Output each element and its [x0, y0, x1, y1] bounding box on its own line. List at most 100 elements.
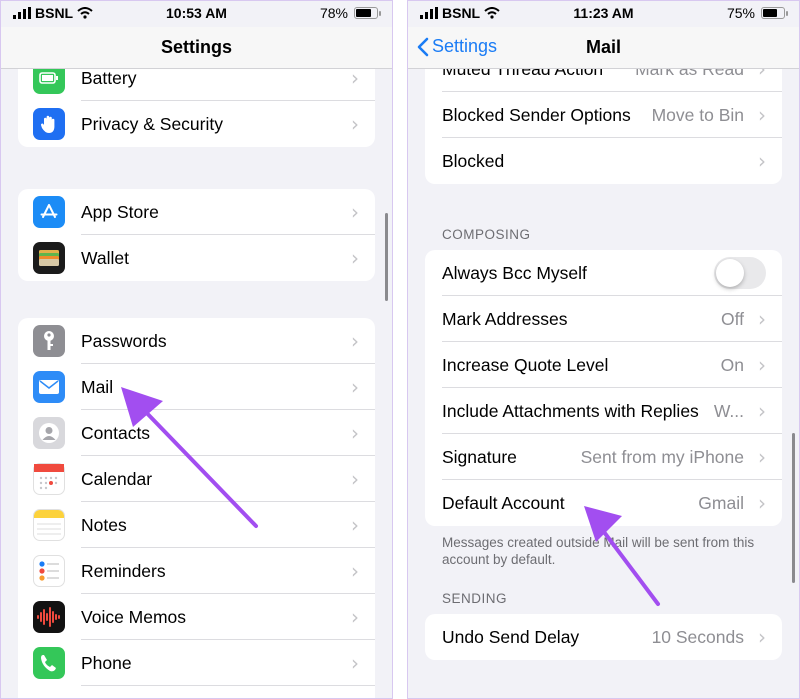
chevron-right-icon: ›: [351, 66, 359, 90]
settings-group-store: App Store › Wallet ›: [18, 189, 375, 281]
settings-item-privacy[interactable]: Privacy & Security ›: [18, 101, 375, 147]
chevron-right-icon: ›: [351, 375, 359, 399]
wallet-icon: [33, 242, 65, 274]
settings-item-increase-quote-level[interactable]: Increase Quote Level On ›: [425, 342, 782, 388]
settings-item-label: App Store: [81, 201, 159, 222]
calendar-icon: [33, 463, 65, 495]
settings-item-notes[interactable]: Notes ›: [18, 502, 375, 548]
settings-item-label: Mark Addresses: [442, 308, 568, 329]
settings-item-label: Undo Send Delay: [442, 626, 580, 647]
settings-item-label: Default Account: [442, 492, 565, 513]
settings-item-mark-addresses[interactable]: Mark Addresses Off ›: [425, 296, 782, 342]
settings-item-value: On: [720, 354, 744, 375]
settings-item-reminders[interactable]: Reminders ›: [18, 548, 375, 594]
section-header-composing: COMPOSING: [442, 227, 531, 242]
settings-item-label: Include Attachments with Replies: [442, 400, 699, 421]
scrollbar[interactable]: [385, 213, 388, 301]
key-icon: [33, 325, 65, 357]
settings-item-label: Increase Quote Level: [442, 354, 609, 375]
mail-settings-screen: BSNL 11:23 AM 75% Settings Mail Muted Th…: [407, 0, 800, 699]
composing-group: Always Bcc Myself Mark Addresses Off › I…: [425, 250, 782, 526]
settings-item-value: 10 Seconds: [651, 626, 744, 647]
reminders-icon: [33, 555, 65, 587]
chevron-right-icon: ›: [758, 103, 766, 127]
chevron-right-icon: ›: [758, 625, 766, 649]
settings-item-phone[interactable]: Phone ›: [18, 640, 375, 686]
chevron-right-icon: ›: [351, 605, 359, 629]
battery-icon: [761, 7, 788, 19]
settings-item-calendar[interactable]: Calendar ›: [18, 456, 375, 502]
settings-item-label: Contacts: [81, 422, 151, 443]
settings-item-value: W...: [713, 400, 744, 421]
settings-item-value: Sent from my iPhone: [580, 446, 744, 467]
nav-bar: Settings Mail: [408, 27, 799, 69]
chevron-right-icon: ›: [351, 513, 359, 537]
status-bar: BSNL 10:53 AM 78%: [1, 1, 392, 27]
settings-item-label: Blocked: [442, 150, 505, 171]
settings-item-label: Blocked Sender Options: [442, 104, 631, 125]
chevron-right-icon: ›: [351, 329, 359, 353]
settings-item-passwords[interactable]: Passwords ›: [18, 318, 375, 364]
chevron-right-icon: ›: [758, 445, 766, 469]
section-header-sending: SENDING: [442, 591, 508, 606]
status-bar: BSNL 11:23 AM 75%: [408, 1, 799, 27]
mail-icon: [33, 371, 65, 403]
settings-item-wallet[interactable]: Wallet ›: [18, 235, 375, 281]
settings-item-label: Privacy & Security: [81, 113, 223, 134]
settings-item-default-account[interactable]: Default Account Gmail ›: [425, 480, 782, 526]
settings-item-label: Calendar: [81, 468, 153, 489]
always-bcc-toggle[interactable]: [714, 257, 766, 289]
settings-item-label: Always Bcc Myself: [442, 262, 587, 283]
settings-item-label: Reminders: [81, 560, 166, 581]
settings-item-value: Move to Bin: [651, 104, 744, 125]
settings-item-blocked-sender-options[interactable]: Blocked Sender Options Move to Bin ›: [425, 92, 782, 138]
chevron-right-icon: ›: [758, 353, 766, 377]
chevron-right-icon: ›: [351, 651, 359, 675]
chevron-right-icon: ›: [351, 421, 359, 445]
battery-percent: 75%: [726, 5, 755, 21]
settings-item-label: Wallet: [81, 247, 129, 268]
settings-item-include-attachments[interactable]: Include Attachments with Replies W... ›: [425, 388, 782, 434]
settings-item-app-store[interactable]: App Store ›: [18, 189, 375, 235]
settings-item-always-bcc-myself: Always Bcc Myself: [425, 250, 782, 296]
battery-icon: [354, 7, 381, 19]
sending-group: Undo Send Delay 10 Seconds ›: [425, 614, 782, 660]
settings-item-value: Gmail: [698, 492, 744, 513]
page-title: Settings: [160, 37, 232, 57]
settings-item-blocked[interactable]: Blocked ›: [425, 138, 782, 184]
chevron-right-icon: ›: [351, 467, 359, 491]
settings-item-voice-memos[interactable]: Voice Memos ›: [18, 594, 375, 640]
voice-memos-icon: [33, 601, 65, 633]
settings-screen: BSNL 10:53 AM 78% Settings Battery › Pri…: [0, 0, 393, 699]
chevron-right-icon: ›: [351, 112, 359, 136]
chevron-right-icon: ›: [351, 246, 359, 270]
hand-icon: [33, 108, 65, 140]
settings-item-label: Passwords: [81, 330, 167, 351]
settings-item-mail[interactable]: Mail ›: [18, 364, 375, 410]
settings-item-label: Mail: [81, 376, 114, 397]
contacts-icon: [33, 417, 65, 449]
phone-icon: [33, 647, 65, 679]
chevron-right-icon: ›: [758, 491, 766, 515]
chevron-right-icon: ›: [758, 149, 766, 173]
settings-item-label: Voice Memos: [81, 606, 187, 627]
settings-item-label: Battery: [81, 67, 137, 88]
chevron-right-icon: ›: [351, 200, 359, 224]
settings-item-undo-send-delay[interactable]: Undo Send Delay 10 Seconds ›: [425, 614, 782, 660]
scrollbar[interactable]: [792, 433, 795, 583]
battery-percent: 78%: [319, 5, 348, 21]
chevron-right-icon: ›: [351, 559, 359, 583]
nav-bar: Settings: [1, 27, 392, 69]
settings-item-signature[interactable]: Signature Sent from my iPhone ›: [425, 434, 782, 480]
chevron-right-icon: ›: [758, 399, 766, 423]
settings-item-contacts[interactable]: Contacts ›: [18, 410, 375, 456]
settings-item-label: Phone: [81, 652, 132, 673]
settings-item-label: Signature: [442, 446, 517, 467]
notes-icon: [33, 509, 65, 541]
settings-group-apps: Passwords › Mail › Contacts › Calendar ›…: [18, 318, 375, 698]
chevron-right-icon: ›: [758, 307, 766, 331]
default-account-footer: Messages created outside Mail will be se…: [442, 535, 755, 567]
page-title: Mail: [585, 37, 621, 57]
settings-item-label: Notes: [81, 514, 127, 535]
settings-item-value: Off: [720, 308, 744, 329]
